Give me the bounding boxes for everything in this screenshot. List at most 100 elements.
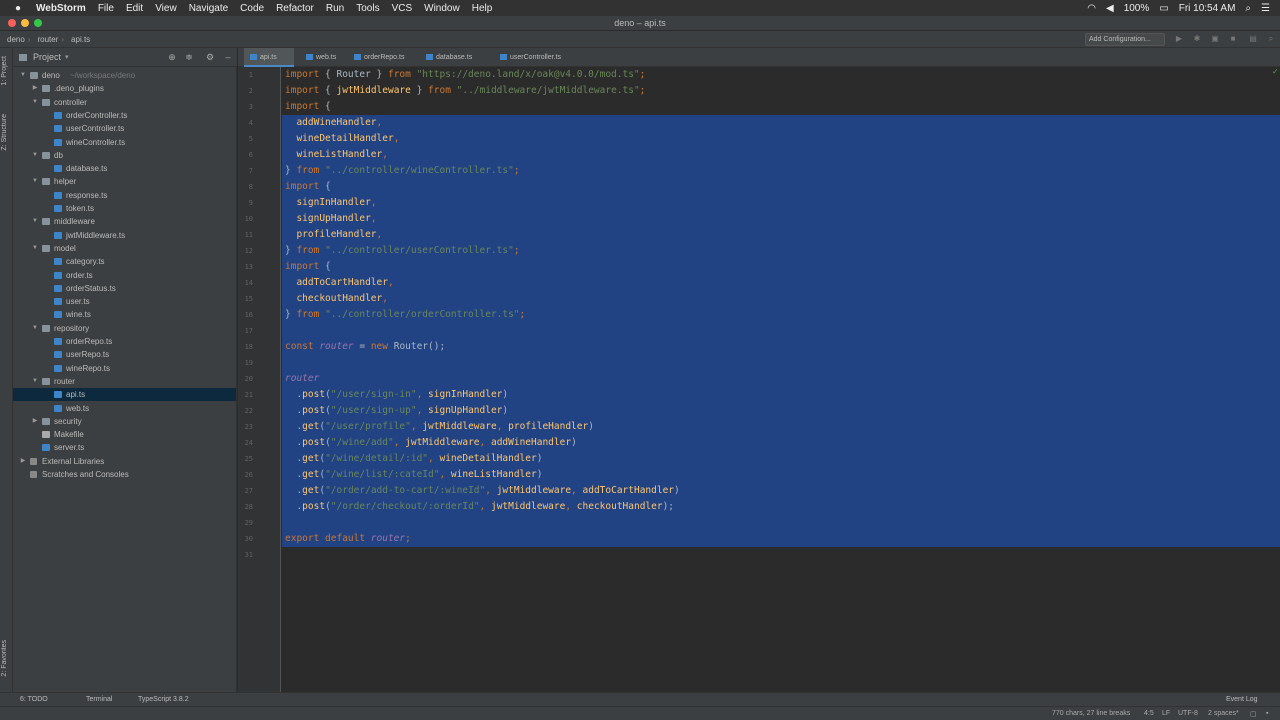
code-line[interactable]: import { <box>285 99 331 115</box>
collapsed-arrow-icon[interactable]: ▶ <box>19 455 27 468</box>
code-line[interactable]: .get("/wine/list/:cateId", wineListHandl… <box>285 467 542 483</box>
caret-position[interactable]: 4:5 <box>1144 710 1154 717</box>
tree-row[interactable]: ▼ middleware <box>13 215 236 228</box>
terminal-tool-button[interactable]: Terminal <box>86 696 112 703</box>
project-tool-tab[interactable]: 1: Project <box>1 56 8 86</box>
search-icon[interactable]: ⌕ <box>1245 3 1251 14</box>
collapsed-arrow-icon[interactable]: ▶ <box>31 82 39 95</box>
code-line[interactable]: .get("/user/profile", jwtMiddleware, pro… <box>285 419 594 435</box>
code-line[interactable]: checkoutHandler, <box>285 291 388 307</box>
tree-row[interactable]: userRepo.ts <box>13 348 236 361</box>
expanded-arrow-icon[interactable]: ▼ <box>31 215 39 228</box>
tree-row[interactable]: ▼ controller <box>13 96 236 109</box>
tree-row[interactable]: ▶ .deno_plugins <box>13 82 236 95</box>
minimize-window-button[interactable] <box>21 19 29 27</box>
menu-view[interactable]: View <box>155 3 177 14</box>
code-line[interactable]: .get("/order/add-to-cart/:wineId", jwtMi… <box>285 483 679 499</box>
zoom-window-button[interactable] <box>34 19 42 27</box>
debug-icon[interactable]: ✱ <box>1192 34 1202 44</box>
volume-icon[interactable]: ◀ <box>1106 3 1114 14</box>
project-structure-icon[interactable]: ▤ <box>1248 34 1258 44</box>
lock-icon[interactable]: ▢ <box>1250 710 1257 718</box>
tree-row[interactable]: ▼ db <box>13 149 236 162</box>
stop-icon[interactable]: ■ <box>1228 34 1238 44</box>
code-line[interactable]: const router = new Router(); <box>285 339 445 355</box>
tree-row[interactable]: web.ts <box>13 402 236 415</box>
tree-row[interactable]: ▶ External Libraries <box>13 455 236 468</box>
notification-center-icon[interactable]: ☰ <box>1261 3 1270 14</box>
tree-row[interactable]: wineRepo.ts <box>13 362 236 375</box>
tree-row[interactable]: order.ts <box>13 269 236 282</box>
code-line[interactable]: import { jwtMiddleware } from "../middle… <box>285 83 645 99</box>
battery-icon[interactable]: ▭ <box>1159 3 1168 14</box>
code-line[interactable]: wineListHandler, <box>285 147 388 163</box>
menu-app-name[interactable]: WebStorm <box>36 3 86 14</box>
code-line[interactable]: addToCartHandler, <box>285 275 393 291</box>
expanded-arrow-icon[interactable]: ▼ <box>31 242 39 255</box>
favorites-tool-tab[interactable]: 2: Favorites <box>1 640 8 677</box>
wifi-icon[interactable]: ◠ <box>1087 3 1096 14</box>
breadcrumb-file[interactable]: api.ts <box>71 35 90 44</box>
tree-row[interactable]: token.ts <box>13 202 236 215</box>
code-line[interactable]: .post("/user/sign-up", signUpHandler) <box>285 403 508 419</box>
menu-window[interactable]: Window <box>424 3 460 14</box>
locate-file-icon[interactable]: ⊕ <box>167 52 177 62</box>
code-line[interactable]: router <box>285 371 319 387</box>
tree-row[interactable]: ▼ router <box>13 375 236 388</box>
tree-row[interactable]: response.ts <box>13 189 236 202</box>
menu-help[interactable]: Help <box>472 3 493 14</box>
expanded-arrow-icon[interactable]: ▼ <box>31 375 39 388</box>
add-configuration-button[interactable]: Add Configuration... <box>1085 33 1165 46</box>
code-line[interactable]: wineDetailHandler, <box>285 131 399 147</box>
expanded-arrow-icon[interactable]: ▼ <box>31 96 39 109</box>
run-icon[interactable]: ▶ <box>1174 34 1184 44</box>
collapsed-arrow-icon[interactable]: ▶ <box>31 415 39 428</box>
hide-panel-icon[interactable]: – <box>223 52 233 62</box>
memory-icon[interactable]: ▪ <box>1266 710 1268 717</box>
code-line[interactable]: import { <box>285 259 331 275</box>
menu-file[interactable]: File <box>98 3 114 14</box>
coverage-icon[interactable]: ▣ <box>1210 34 1220 44</box>
tree-row[interactable]: jwtMiddleware.ts <box>13 229 236 242</box>
code-line[interactable]: } from "../controller/orderController.ts… <box>285 307 525 323</box>
code-line[interactable]: profileHandler, <box>285 227 382 243</box>
line-separator[interactable]: LF <box>1162 710 1170 717</box>
menu-vcs[interactable]: VCS <box>392 3 413 14</box>
editor-tab[interactable]: orderRepo.ts <box>348 48 414 67</box>
code-line[interactable]: .post("/user/sign-in", signInHandler) <box>285 387 508 403</box>
tree-row[interactable]: ▼ repository <box>13 322 236 335</box>
settings-gear-icon[interactable]: ⚙ <box>205 52 215 62</box>
menu-code[interactable]: Code <box>240 3 264 14</box>
clock[interactable]: Fri 10:54 AM <box>1179 3 1236 14</box>
tree-row[interactable]: wine.ts <box>13 308 236 321</box>
tree-row[interactable]: Makefile <box>13 428 236 441</box>
tree-row[interactable]: orderStatus.ts <box>13 282 236 295</box>
code-line[interactable]: signInHandler, <box>285 195 376 211</box>
tree-row[interactable]: ▼ model <box>13 242 236 255</box>
project-view-selector[interactable]: Project <box>33 52 61 62</box>
battery-percent[interactable]: 100% <box>1124 3 1150 14</box>
menu-edit[interactable]: Edit <box>126 3 143 14</box>
tree-row[interactable]: ▶ security <box>13 415 236 428</box>
code-line[interactable]: } from "../controller/wineController.ts"… <box>285 163 520 179</box>
tree-row[interactable]: wineController.ts <box>13 136 236 149</box>
menu-refactor[interactable]: Refactor <box>276 3 314 14</box>
code-line[interactable]: import { Router } from "https://deno.lan… <box>285 67 645 83</box>
code-line[interactable]: .get("/wine/detail/:id", wineDetailHandl… <box>285 451 542 467</box>
menu-navigate[interactable]: Navigate <box>189 3 228 14</box>
expanded-arrow-icon[interactable]: ▼ <box>19 69 27 82</box>
code-editor[interactable]: ✓ import { Router } from "https://deno.l… <box>282 67 1280 692</box>
code-line[interactable]: } from "../controller/userController.ts"… <box>285 243 520 259</box>
todo-tool-button[interactable]: 6: TODO <box>20 696 48 703</box>
tree-row[interactable]: category.ts <box>13 255 236 268</box>
menu-tools[interactable]: Tools <box>356 3 379 14</box>
indent-setting[interactable]: 2 spaces* <box>1208 710 1239 717</box>
code-line[interactable]: .post("/wine/add", jwtMiddleware, addWin… <box>285 435 576 451</box>
breadcrumb-project[interactable]: deno <box>7 35 25 44</box>
expanded-arrow-icon[interactable]: ▼ <box>31 322 39 335</box>
collapse-all-icon[interactable]: ≑ <box>184 52 194 62</box>
chevron-down-icon[interactable]: ▾ <box>65 53 69 61</box>
structure-tool-tab[interactable]: Z: Structure <box>1 114 8 151</box>
apple-menu-icon[interactable]: ● <box>11 3 25 14</box>
close-window-button[interactable] <box>8 19 16 27</box>
